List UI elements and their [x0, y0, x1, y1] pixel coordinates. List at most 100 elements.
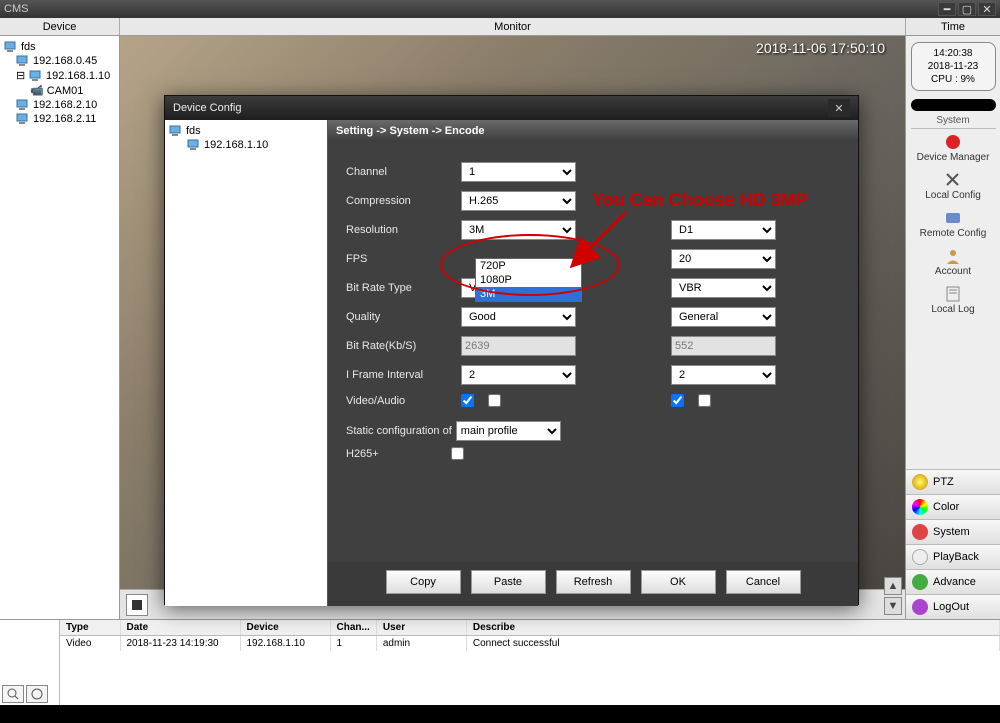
sidebar-local-config[interactable]: Local Config [925, 171, 981, 201]
log-row[interactable]: Video 2018-11-23 14:19:30 192.168.1.10 1… [60, 636, 1000, 652]
quality-sub-select[interactable]: General [671, 307, 776, 327]
tree-ip-3[interactable]: 192.168.2.11 [14, 112, 117, 126]
clock-date: 2018-11-23 [916, 60, 991, 73]
tree-ip-0[interactable]: 192.168.0.45 [14, 54, 117, 68]
seg-time: Time [905, 18, 1000, 35]
device-config-dialog: Device Config ✕ fds 192.168.1.10 Setting… [164, 95, 859, 605]
device-tree-panel: fds 192.168.0.45 ⊟192.168.1.10 📹CAM01 19… [0, 36, 120, 619]
tab-playback[interactable]: PlayBack [906, 544, 1000, 569]
tab-label: Color [933, 501, 959, 513]
seg-monitor: Monitor [120, 18, 905, 35]
sidebar-item-label: Local Log [931, 304, 974, 315]
quality-main-select[interactable]: Good [461, 307, 576, 327]
tree-ip-1[interactable]: ⊟192.168.1.10 [14, 68, 117, 83]
tab-color[interactable]: Color [906, 494, 1000, 519]
label: fds [186, 125, 201, 137]
tab-label: Advance [933, 576, 976, 588]
minimize-button[interactable]: ━ [938, 2, 956, 16]
fps-sub-select[interactable]: 20 [671, 249, 776, 269]
log-toolbar [0, 620, 60, 705]
res-option-3m[interactable]: 3M [476, 287, 581, 301]
clear-log-button[interactable] [26, 685, 48, 703]
server-icon [169, 125, 183, 137]
dialog-titlebar[interactable]: Device Config ✕ [165, 96, 858, 120]
pc-icon [187, 139, 201, 151]
dlg-tree-root[interactable]: fds [169, 124, 323, 138]
sidebar-remote-config[interactable]: Remote Config [920, 209, 987, 239]
tab-advance[interactable]: Advance [906, 569, 1000, 594]
sidebar-item-label: Local Config [925, 190, 981, 201]
stop-button[interactable] [126, 594, 148, 616]
clock-time: 14:20:38 [916, 47, 991, 60]
log-table[interactable]: Type Date Device Chan... User Describe V… [60, 620, 1000, 705]
tree-cam01[interactable]: 📹CAM01 [28, 83, 117, 98]
refresh-button[interactable]: Refresh [556, 570, 631, 594]
server-icon [4, 41, 18, 53]
label-static: Static configuration of [346, 425, 452, 437]
sidebar-local-log[interactable]: Local Log [931, 285, 974, 315]
iframe-main-select[interactable]: 2 [461, 365, 576, 385]
tree-label: 192.168.2.11 [33, 113, 96, 125]
close-button[interactable]: ✕ [978, 2, 996, 16]
sidebar-device-manager[interactable]: Device Manager [917, 133, 990, 163]
res-option-720p[interactable]: 720P [476, 259, 581, 273]
col-type[interactable]: Type [60, 620, 120, 636]
col-date[interactable]: Date [120, 620, 240, 636]
dialog-close-button[interactable]: ✕ [828, 99, 850, 117]
dialog-button-row: Copy Paste Refresh OK Cancel [328, 562, 858, 606]
sidebar-item-label: Account [935, 266, 971, 277]
seg-device: Device [0, 18, 120, 35]
audio-main-checkbox[interactable] [488, 394, 501, 407]
copy-button[interactable]: Copy [386, 570, 461, 594]
pc-icon [29, 70, 43, 82]
ok-button[interactable]: OK [641, 570, 716, 594]
paste-button[interactable]: Paste [471, 570, 546, 594]
scroll-up-button[interactable]: ▲ [884, 577, 902, 595]
tab-logout[interactable]: LogOut [906, 594, 1000, 619]
compression-select[interactable]: H.265 [461, 191, 576, 211]
log-area: Type Date Device Chan... User Describe V… [0, 619, 1000, 705]
app-titlebar: CMS ━ ▢ ✕ [0, 0, 1000, 18]
brtype-sub-select[interactable]: VBR [671, 278, 776, 298]
tree-ip-2[interactable]: 192.168.2.10 [14, 98, 117, 112]
h265plus-checkbox[interactable] [451, 447, 464, 460]
channel-select[interactable]: 1 [461, 162, 576, 182]
user-icon [943, 247, 963, 265]
label-compression: Compression [346, 195, 451, 207]
col-chan[interactable]: Chan... [330, 620, 376, 636]
resolution-select[interactable]: 3M [461, 220, 576, 240]
col-describe[interactable]: Describe [466, 620, 999, 636]
col-device[interactable]: Device [240, 620, 330, 636]
tab-label: PTZ [933, 476, 954, 488]
res-option-1080p[interactable]: 1080P [476, 273, 581, 287]
sub-resolution-select[interactable]: D1 [671, 220, 776, 240]
tab-ptz[interactable]: PTZ [906, 469, 1000, 494]
tab-label: PlayBack [933, 551, 979, 563]
cancel-button[interactable]: Cancel [726, 570, 801, 594]
tools-icon [943, 171, 963, 189]
sidebar-account[interactable]: Account [935, 247, 971, 277]
tab-label: System [933, 526, 970, 538]
label-bitrate: Bit Rate(Kb/S) [346, 340, 451, 352]
label-channel: Channel [346, 166, 451, 178]
right-sidebar: 14:20:38 2018-11-23 CPU : 9% System Devi… [905, 36, 1000, 619]
iframe-sub-select[interactable]: 2 [671, 365, 776, 385]
video-sub-checkbox[interactable] [671, 394, 684, 407]
scroll-down-button[interactable]: ▼ [884, 597, 902, 615]
tree-root[interactable]: fds [2, 40, 117, 54]
cell: 192.168.1.10 [240, 636, 330, 652]
audio-sub-checkbox[interactable] [698, 394, 711, 407]
tree-label: CAM01 [47, 85, 84, 97]
tab-system[interactable]: System [906, 519, 1000, 544]
static-profile-select[interactable]: main profile [456, 421, 561, 441]
label-brtype: Bit Rate Type [346, 282, 451, 294]
volume-bar[interactable] [911, 99, 996, 111]
system-icon [912, 524, 928, 540]
cell: 2018-11-23 14:19:30 [120, 636, 240, 652]
col-user[interactable]: User [376, 620, 466, 636]
search-log-button[interactable] [2, 685, 24, 703]
video-main-checkbox[interactable] [461, 394, 474, 407]
resolution-dropdown-list[interactable]: 720P 1080P 3M [475, 258, 582, 302]
maximize-button[interactable]: ▢ [958, 2, 976, 16]
dlg-tree-ip[interactable]: 192.168.1.10 [187, 138, 323, 152]
